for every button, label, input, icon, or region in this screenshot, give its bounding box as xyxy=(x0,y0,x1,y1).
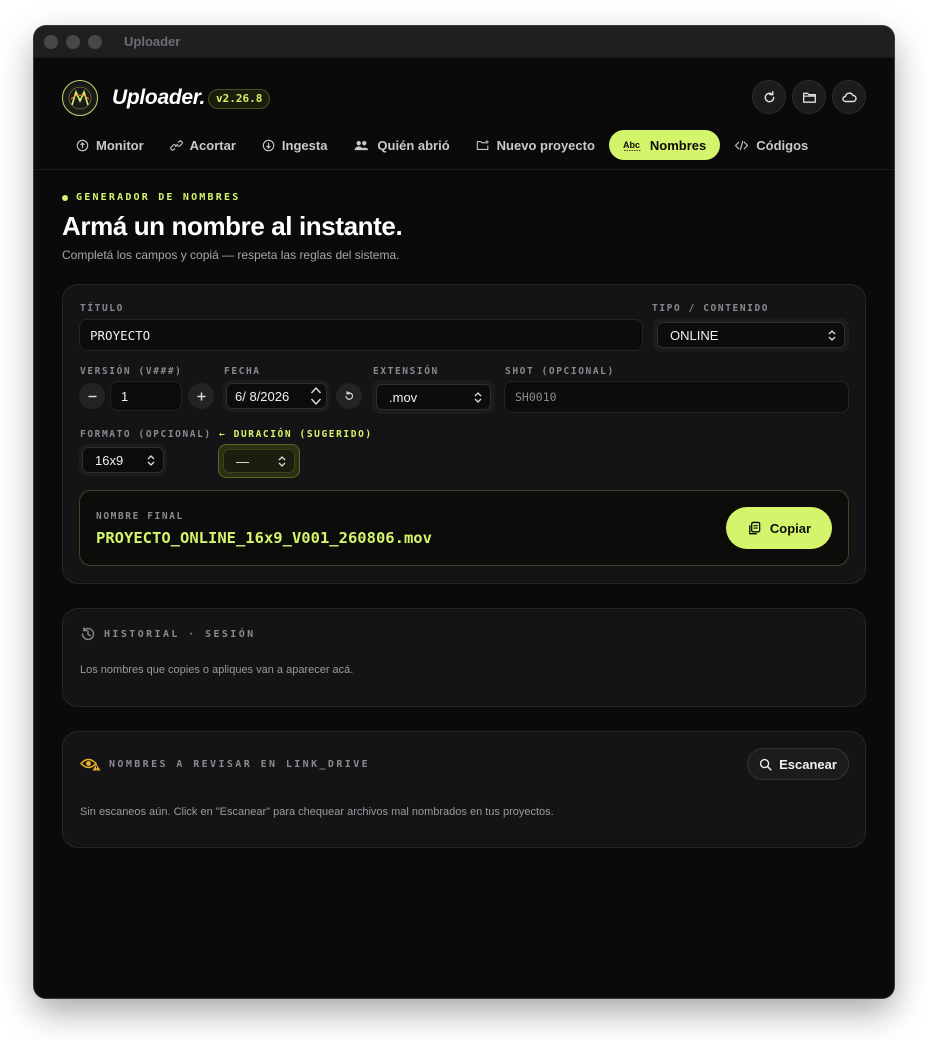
refresh-button[interactable] xyxy=(752,80,786,114)
logo-icon xyxy=(62,80,98,116)
tab-acortar[interactable]: Acortar xyxy=(158,130,248,160)
extension-value: .mov xyxy=(389,389,418,405)
tab-ingesta[interactable]: Ingesta xyxy=(250,130,340,160)
folder-icon xyxy=(802,92,816,103)
shot-input[interactable]: SH0010 xyxy=(504,381,849,413)
version-increment-button[interactable] xyxy=(188,383,214,409)
chevron-updown-icon xyxy=(474,391,482,403)
duracion-value: — xyxy=(236,453,249,469)
minimize-window-button[interactable] xyxy=(66,34,80,49)
extension-label: EXTENSIÓN xyxy=(373,366,439,377)
final-name-label: NOMBRE FINAL xyxy=(96,511,184,522)
search-icon xyxy=(759,758,772,771)
final-name-panel: NOMBRE FINAL PROYECTO_ONLINE_16x9_V001_2… xyxy=(79,490,849,566)
folder-button[interactable] xyxy=(792,80,826,114)
cloud-icon xyxy=(842,92,857,103)
svg-text:Abc: Abc xyxy=(623,140,640,150)
title-bar: Uploader xyxy=(34,26,894,58)
page-title: Armá un nombre al instante. xyxy=(62,211,403,241)
refresh-icon xyxy=(764,90,774,102)
tab-quien-abrio[interactable]: Quién abrió xyxy=(341,130,461,160)
status-dot xyxy=(62,194,68,201)
eyebrow-text: GENERADOR DE NOMBRES xyxy=(76,192,241,203)
final-name-value: PROYECTO_ONLINE_16x9_V001_260806.mov xyxy=(96,529,432,547)
cloud-button[interactable] xyxy=(832,80,866,114)
name-generator-card: TÍTULO PROYECTO TIPO / CONTENIDO ONLINE … xyxy=(62,284,866,584)
users-icon xyxy=(354,140,369,150)
section-header: GENERADOR DE NOMBRES Armá un nombre al i… xyxy=(62,192,403,262)
scan-label: Escanear xyxy=(779,756,837,772)
tipo-value: ONLINE xyxy=(670,327,719,343)
historial-title: HISTORIAL · SESIÓN xyxy=(80,626,256,642)
version-decrement-button[interactable] xyxy=(79,383,105,409)
version-input[interactable]: 1 xyxy=(110,381,182,411)
tab-label: Acortar xyxy=(189,137,236,153)
copy-icon xyxy=(749,521,761,534)
titulo-label: TÍTULO xyxy=(80,303,124,314)
scan-button[interactable]: Escanear xyxy=(747,748,849,780)
app-header: Uploader. v2.26.8 Monitor Acortar Ingest… xyxy=(34,58,894,170)
titulo-input[interactable]: PROYECTO xyxy=(79,319,643,351)
fecha-input[interactable]: 6/ 8/2026 xyxy=(223,380,330,412)
version-badge: v2.26.8 xyxy=(208,89,271,109)
revisar-title-text: NOMBRES A REVISAR EN LINK_DRIVE xyxy=(109,758,371,770)
reset-icon xyxy=(345,390,354,400)
fecha-label: FECHA xyxy=(224,366,261,377)
window-controls xyxy=(44,34,102,49)
chevron-updown-icon xyxy=(147,454,155,466)
page-subtitle: Completá los campos y copiá — respeta la… xyxy=(62,248,400,262)
link-icon xyxy=(169,139,183,151)
revisar-title: NOMBRES A REVISAR EN LINK_DRIVE xyxy=(80,757,370,771)
zoom-window-button[interactable] xyxy=(88,34,102,49)
tab-monitor[interactable]: Monitor xyxy=(64,130,156,160)
fecha-day: 6/ xyxy=(235,388,246,404)
formato-value: 16x9 xyxy=(95,452,124,468)
tab-codigos[interactable]: Códigos xyxy=(722,130,820,160)
date-stepper-icon[interactable] xyxy=(310,385,322,407)
formato-select[interactable]: 16x9 xyxy=(79,444,167,476)
historial-card: HISTORIAL · SESIÓN Los nombres que copie… xyxy=(62,608,866,707)
formato-label: FORMATO (OPCIONAL) xyxy=(80,429,212,440)
plus-icon xyxy=(197,392,205,400)
tab-label: Quién abrió xyxy=(377,137,450,153)
minus-icon xyxy=(88,395,96,397)
download-circle-icon xyxy=(262,139,275,151)
revisar-card: NOMBRES A REVISAR EN LINK_DRIVE Escanear… xyxy=(62,731,866,848)
history-icon xyxy=(81,627,95,641)
section-eyebrow: GENERADOR DE NOMBRES xyxy=(62,192,402,203)
brand-name: Uploader. xyxy=(112,86,205,109)
fecha-reset-button[interactable] xyxy=(336,383,362,409)
chevron-updown-icon xyxy=(828,329,836,341)
revisar-empty-text: Sin escaneos aún. Click en "Escanear" pa… xyxy=(80,806,554,818)
historial-empty-text: Los nombres que copies o apliques van a … xyxy=(80,664,354,676)
tab-label: Ingesta xyxy=(281,137,328,153)
version-label: VERSIÓN (V###) xyxy=(80,366,183,377)
upload-circle-icon xyxy=(76,139,89,151)
extension-select[interactable]: .mov xyxy=(372,380,495,414)
duracion-select[interactable]: — xyxy=(218,444,300,478)
tab-label: Monitor xyxy=(96,137,144,153)
shot-label: SHOT (OPCIONAL) xyxy=(505,366,615,377)
duracion-label: ← DURACIÓN (SUGERIDO) xyxy=(219,429,373,440)
copy-button[interactable]: Copiar xyxy=(726,507,832,549)
tab-nombres[interactable]: Abc Nombres xyxy=(608,130,721,160)
window-title: Uploader xyxy=(124,34,181,49)
app-window: Uploader Uploader. v2.26.8 Monitor Acort… xyxy=(34,26,894,998)
chevron-updown-icon xyxy=(278,455,286,467)
tab-label: Códigos xyxy=(756,137,809,153)
fecha-rest: 8/2026 xyxy=(249,388,290,404)
main-tabs: Monitor Acortar Ingesta Quién abrió Nuev… xyxy=(64,130,822,160)
tab-label: Nombres xyxy=(649,137,707,153)
tab-nuevo-proyecto[interactable]: Nuevo proyecto xyxy=(464,130,607,160)
tipo-label: TIPO / CONTENIDO xyxy=(652,303,770,314)
folder-plus-icon xyxy=(476,139,489,150)
code-icon xyxy=(735,140,749,150)
eye-warning-icon xyxy=(80,758,101,771)
close-window-button[interactable] xyxy=(44,34,58,49)
copy-label: Copiar xyxy=(769,520,812,536)
tab-label: Nuevo proyecto xyxy=(496,137,595,153)
abc-icon: Abc xyxy=(623,140,641,151)
historial-title-text: HISTORIAL · SESIÓN xyxy=(104,628,256,640)
tipo-select[interactable]: ONLINE xyxy=(653,318,849,352)
